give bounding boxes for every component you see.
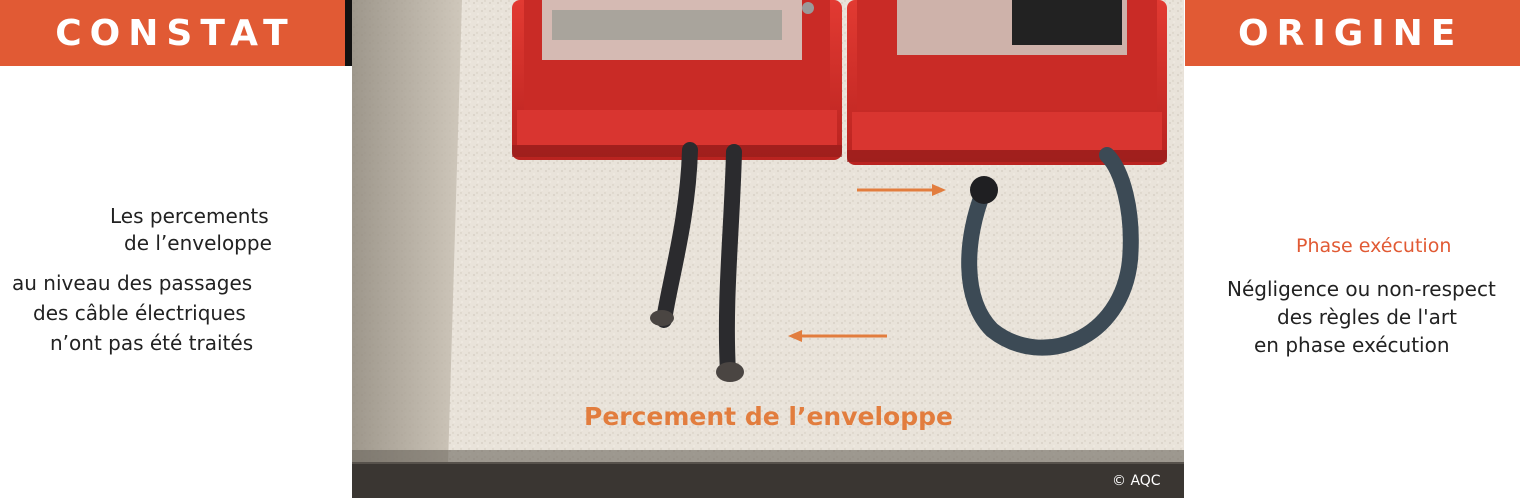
constat-line: des câble électriques: [33, 301, 246, 325]
constat-title: CONSTAT: [55, 12, 296, 54]
origine-description: Phase exécution Négligence ou non-respec…: [1185, 0, 1520, 498]
origine-line: des règles de l'art: [1277, 305, 1457, 329]
constat-banner: CONSTAT: [0, 0, 345, 66]
constat-line: au niveau des passages: [12, 271, 253, 295]
constat-line: Les percements: [110, 204, 269, 228]
photo-caption: Percement de l’enveloppe: [584, 402, 953, 431]
copyright-label: © AQC: [1112, 473, 1161, 489]
constat-line: de l’enveloppe: [124, 231, 272, 255]
phase-label: Phase exécution: [1296, 235, 1452, 257]
constat-line: n’ont pas été traités: [50, 331, 254, 355]
origine-line: en phase exécution: [1254, 333, 1450, 357]
origine-line: Négligence ou non-respect: [1227, 277, 1496, 301]
